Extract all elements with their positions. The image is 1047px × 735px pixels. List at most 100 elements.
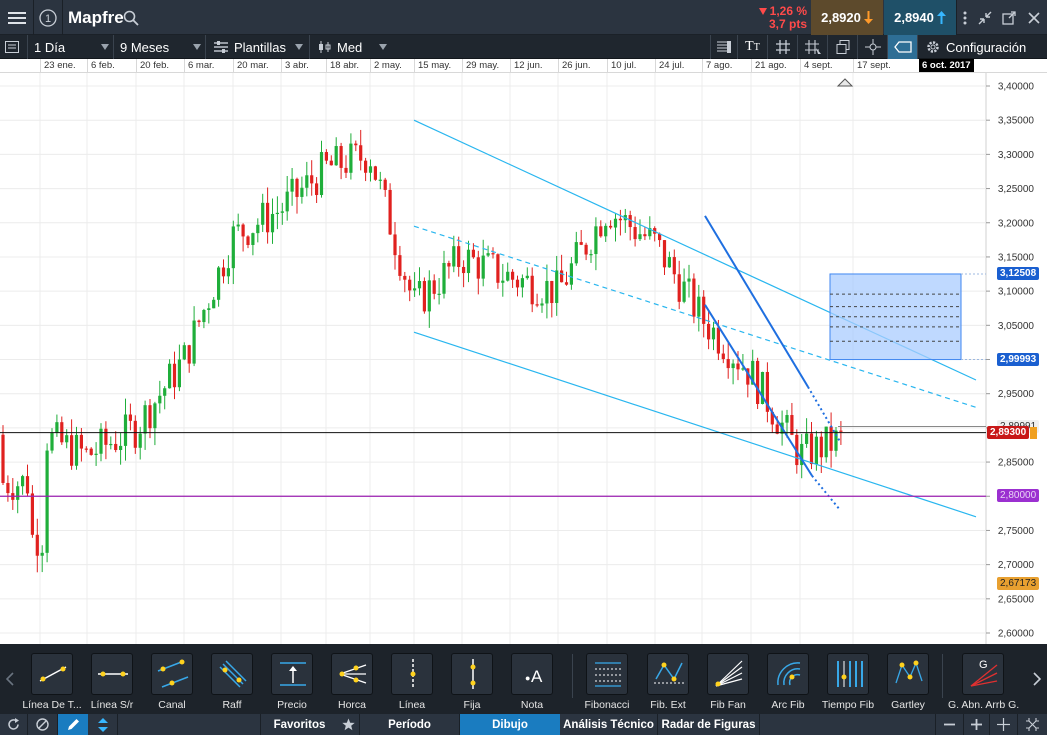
instrument-name[interactable]: Mapfre xyxy=(68,0,128,35)
tool-price-button[interactable] xyxy=(271,653,313,695)
tool-fib-ext-button[interactable] xyxy=(647,653,689,695)
zoom-out-icon[interactable] xyxy=(935,714,963,735)
config-label: Configuración xyxy=(946,39,1027,55)
tool-channel-button[interactable] xyxy=(151,653,193,695)
tab-favorites[interactable]: Favoritos xyxy=(260,714,338,735)
config-button[interactable]: Configuración xyxy=(917,35,1047,59)
candle-body xyxy=(618,218,622,221)
date-tick xyxy=(370,59,371,73)
more-options-icon[interactable] xyxy=(957,0,973,35)
tool-gartley-button[interactable] xyxy=(887,653,929,695)
candle-body xyxy=(662,240,667,268)
date-tick xyxy=(414,59,415,73)
tool-pitchfork-button[interactable] xyxy=(331,653,373,695)
layout-icon[interactable] xyxy=(5,35,23,59)
price-chart[interactable]: 3,40000 3,35000 3,30000 3,25000 3,20000 3,150… xyxy=(0,73,1047,644)
date-tick-label: 12 jun. xyxy=(514,60,543,71)
star-icon[interactable] xyxy=(338,714,360,735)
candle-body xyxy=(393,234,397,256)
candle-body xyxy=(94,453,98,455)
candle-body xyxy=(432,280,436,294)
candle-body xyxy=(643,234,647,237)
close-icon[interactable] xyxy=(1021,0,1047,35)
chevron-down-icon xyxy=(295,44,303,50)
search-icon[interactable] xyxy=(120,0,142,35)
tool-note-button[interactable]: ● A xyxy=(511,653,553,695)
candle-body xyxy=(329,160,333,166)
menu-icon[interactable] xyxy=(0,0,33,35)
popout-icon[interactable] xyxy=(997,0,1021,35)
candle-body xyxy=(677,274,681,302)
tool-time-fib-button[interactable] xyxy=(827,653,869,695)
tool-raff-button[interactable] xyxy=(211,653,253,695)
tag-icon[interactable] xyxy=(887,35,917,59)
candle-body xyxy=(437,293,441,295)
candle-body xyxy=(560,270,564,283)
candle-body xyxy=(217,267,221,300)
buy-button[interactable]: 2,8940 xyxy=(884,0,956,35)
candle-body xyxy=(491,253,495,255)
sell-button[interactable]: 2,8920 xyxy=(811,0,883,35)
fit-screen-icon[interactable] xyxy=(1017,714,1047,735)
trendline-icon xyxy=(39,666,67,682)
crosshair-icon[interactable] xyxy=(857,35,887,59)
candle-body xyxy=(373,166,377,180)
candle-body xyxy=(266,202,270,233)
channel-icon xyxy=(157,659,189,688)
tool-horizontal-line-button[interactable] xyxy=(91,653,133,695)
crosshair-grid-icon[interactable] xyxy=(797,35,827,59)
tab-patterns[interactable]: Radar de Figuras xyxy=(658,714,760,735)
candle-body xyxy=(564,282,569,285)
candle-body xyxy=(667,257,671,268)
chart-style-select[interactable]: Med xyxy=(309,35,391,59)
tool-trendline-button[interactable] xyxy=(31,653,73,695)
no-entry-icon[interactable] xyxy=(28,714,58,735)
candle-body xyxy=(310,175,314,184)
tab-technical[interactable]: Análisis Técnico xyxy=(560,714,658,735)
price-tick-label: 3,35000 xyxy=(998,116,1035,127)
grid-icon[interactable] xyxy=(767,35,797,59)
vertical-line-icon xyxy=(410,659,416,689)
candle-body xyxy=(295,178,299,197)
refresh-icon[interactable] xyxy=(0,714,28,735)
price-tick-label: 2,70000 xyxy=(998,560,1035,571)
tab-drawing[interactable]: Dibujo xyxy=(460,714,560,735)
candle-body xyxy=(123,414,128,446)
candle-body xyxy=(486,253,490,256)
layers-icon[interactable] xyxy=(827,35,857,59)
interval-select[interactable]: 1 Día xyxy=(27,35,113,59)
candle-body xyxy=(388,189,392,235)
chart-canvas[interactable]: 3,40000 3,35000 3,30000 3,25000 3,20000 3,150… xyxy=(0,73,1047,644)
tool-vertical-line-button[interactable] xyxy=(391,653,433,695)
chart-count-icon[interactable]: 1 xyxy=(34,0,62,35)
scroll-right-icon[interactable] xyxy=(1027,644,1047,714)
zoom-in-icon[interactable] xyxy=(963,714,989,735)
fib-lower-tag: 2,99993 xyxy=(997,352,1040,366)
price-tick-label: 2,85000 xyxy=(998,458,1035,469)
tab-period[interactable]: Período xyxy=(360,714,460,735)
collapse-icon[interactable] xyxy=(973,0,997,35)
candle-body xyxy=(21,476,25,487)
candle-body xyxy=(383,179,387,190)
candle-body xyxy=(221,267,226,277)
range-select[interactable]: 9 Meses xyxy=(113,35,205,59)
pencil-icon[interactable] xyxy=(58,714,88,735)
tool-arc-fib-button[interactable] xyxy=(767,653,809,695)
date-tick xyxy=(326,59,327,73)
candle-body xyxy=(471,249,475,258)
tool-fibonacci-button[interactable] xyxy=(586,653,628,695)
sort-arrows-icon[interactable] xyxy=(88,714,118,735)
templates-select[interactable]: Plantillas xyxy=(205,35,309,59)
candle-body xyxy=(119,445,123,451)
tool-fib-fan-button[interactable] xyxy=(707,653,749,695)
tool-fixed-button[interactable] xyxy=(451,653,493,695)
candle-body xyxy=(359,145,363,161)
crosshair-toggle-icon[interactable] xyxy=(989,714,1017,735)
indicators-icon[interactable] xyxy=(710,35,736,59)
tool-gann-button[interactable]: G xyxy=(962,653,1004,695)
date-tick xyxy=(702,59,703,73)
candle-body xyxy=(422,281,426,312)
text-size-icon[interactable]: TT xyxy=(737,35,767,59)
candle-body xyxy=(354,143,358,146)
candle-body xyxy=(442,262,446,294)
